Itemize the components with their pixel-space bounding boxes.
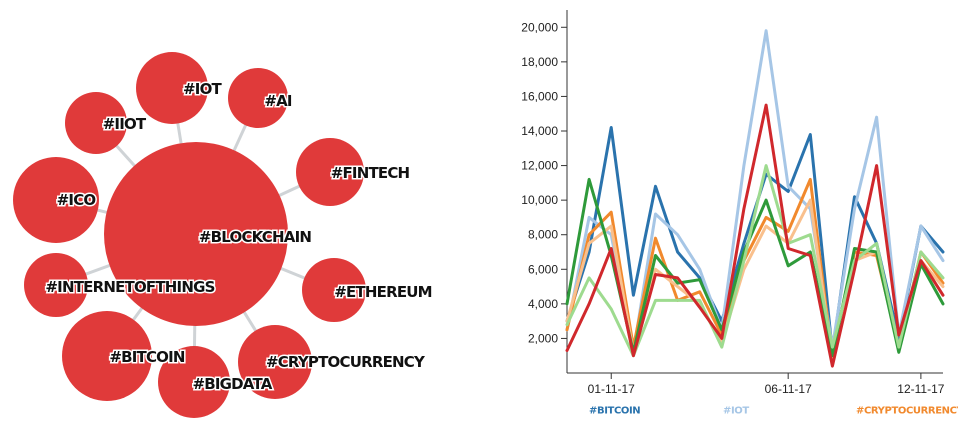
legend-item-bitcoin[interactable]: #BITCOIN bbox=[589, 406, 641, 417]
legend: #BITCOIN #IOT #CRYPTOCURRENCY bbox=[589, 406, 958, 417]
y-tick-label: 18,000 bbox=[521, 55, 558, 69]
bubble-label-cryptocurrency: #CRYPTOCURRENCY bbox=[266, 353, 426, 371]
y-tick-label: 8,000 bbox=[528, 228, 558, 242]
y-tick-label: 2,000 bbox=[528, 331, 558, 345]
y-tick-label: 6,000 bbox=[528, 262, 558, 276]
x-tick-label: 01-11-17 bbox=[588, 382, 635, 396]
bubble-label-bitcoin: #BITCOIN bbox=[109, 348, 185, 366]
series-line-7[interactable] bbox=[565, 103, 945, 368]
hashtag-bubble-chart: #BLOCKCHAIN #IOT #AI #IIOT #FINTECH #ICO #ETHE… bbox=[13, 52, 434, 418]
bubble-label-fintech: #FINTECH bbox=[331, 164, 410, 182]
y-tick-label: 20,000 bbox=[521, 20, 558, 34]
bubble-label-ai: #AI bbox=[264, 92, 292, 110]
y-tick-label: 16,000 bbox=[521, 89, 558, 103]
legend-item-cryptocurrency[interactable]: #CRYPTOCURRENCY bbox=[856, 406, 958, 417]
series-line-6[interactable] bbox=[565, 164, 945, 358]
bubble-nodes: #BLOCKCHAIN #IOT #AI #IIOT #FINTECH #ICO #ETHE… bbox=[13, 52, 434, 418]
x-tick-label: 12-11-17 bbox=[897, 382, 944, 396]
x-tick-label: 06-11-17 bbox=[765, 382, 812, 396]
bubble-label-bigdata: #BIGDATA bbox=[192, 375, 272, 393]
bubble-label-internetofthings: #INTERNETOFTHINGS bbox=[45, 278, 214, 296]
y-tick-label: 14,000 bbox=[521, 124, 558, 138]
bubble-label-iiot: #IIOT bbox=[103, 115, 147, 133]
dashboard-canvas: #BLOCKCHAIN #IOT #AI #IIOT #FINTECH #ICO #ETHE… bbox=[13, 10, 958, 418]
bubble-label-iot: #IOT bbox=[183, 80, 223, 98]
y-axis: 2,000 4,000 6,000 8,000 10,000 12,000 14,000 16… bbox=[521, 10, 568, 373]
bubble-label-blockchain: #BLOCKCHAIN bbox=[199, 228, 311, 246]
x-axis: 01-11-17 06-11-17 12-11-17 bbox=[567, 372, 945, 396]
series-lines bbox=[565, 29, 945, 368]
legend-item-iot[interactable]: #IOT bbox=[723, 406, 750, 417]
y-tick-label: 10,000 bbox=[521, 193, 558, 207]
bubble-label-ico: #ICO bbox=[57, 191, 96, 209]
hashtag-line-chart: 2,000 4,000 6,000 8,000 10,000 12,000 14,000 16… bbox=[521, 10, 958, 417]
y-tick-label: 4,000 bbox=[528, 297, 558, 311]
bubble-label-ethereum: #ETHEREUM bbox=[334, 283, 432, 301]
y-tick-label: 12,000 bbox=[521, 159, 558, 173]
